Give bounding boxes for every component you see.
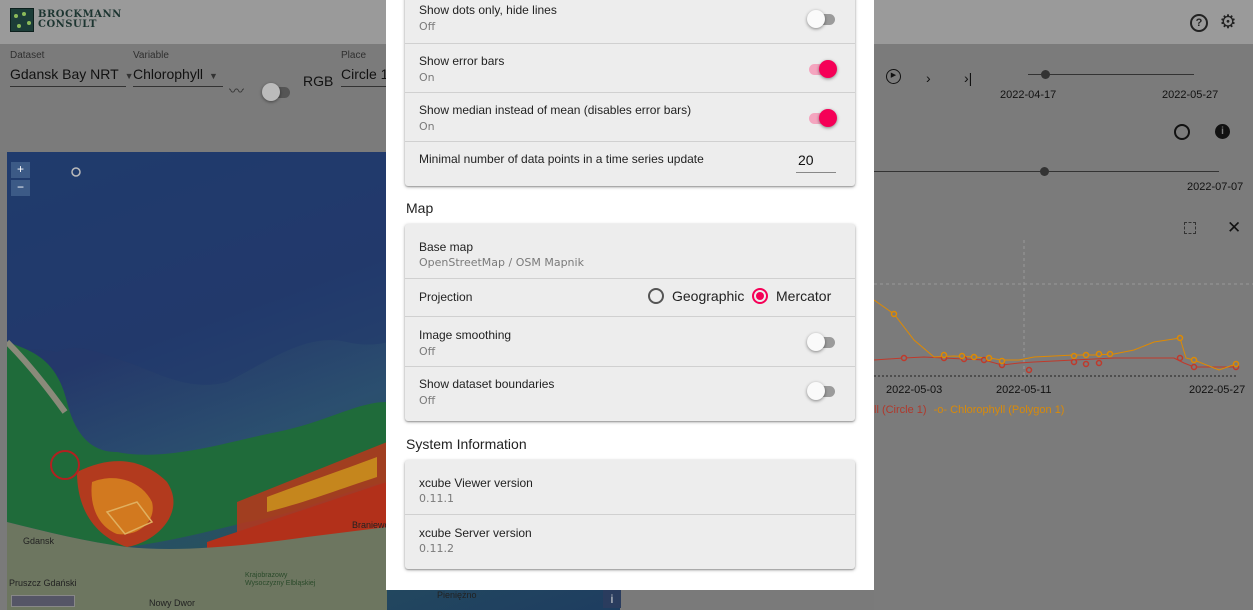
help-circle-icon[interactable]: ? <box>1190 14 1208 32</box>
variable-label: Variable <box>133 50 169 61</box>
server-version-row: xcube Server version 0.11.2 <box>405 514 855 569</box>
dots-only-switch[interactable] <box>807 9 837 29</box>
info-icon[interactable]: i <box>603 590 621 608</box>
zoom-out-button[interactable]: − <box>11 180 30 196</box>
settings-dialog: Show dots only, hide lines Off Show erro… <box>386 0 874 590</box>
range-slider-thumb[interactable] <box>1040 167 1049 176</box>
setting-row-dots-only[interactable]: Show dots only, hide lines Off <box>405 0 855 43</box>
map-section-title: Map <box>406 200 434 216</box>
setting-row-image-smoothing[interactable]: Image smoothing Off <box>405 316 855 366</box>
setting-value: OpenStreetMap / OSM Mapnik <box>419 256 584 269</box>
setting-row-projection: Projection Geographic Mercator <box>405 278 855 316</box>
radio-unchecked-icon <box>648 288 664 304</box>
dataset-boundaries-switch[interactable] <box>807 381 837 401</box>
setting-row-median[interactable]: Show median instead of mean (disables er… <box>405 92 855 141</box>
gear-icon[interactable]: ⚙ <box>1219 13 1237 32</box>
last-step-icon[interactable]: ›| <box>964 70 972 86</box>
legend-line-icon: -o- <box>933 404 948 416</box>
rgb-label: RGB <box>303 73 334 89</box>
rgb-toggle[interactable] <box>262 82 292 102</box>
setting-title: xcube Viewer version <box>419 476 533 490</box>
dataset-label: Dataset <box>10 50 45 61</box>
setting-title: Projection <box>419 290 473 304</box>
next-step-icon[interactable]: › <box>926 70 931 86</box>
logo-mark-icon <box>10 8 34 32</box>
zoom-box-icon[interactable] <box>1184 222 1196 234</box>
image-smoothing-switch[interactable] <box>807 332 837 352</box>
dataset-value: Gdansk Bay NRT <box>10 66 119 82</box>
legend-circle-1: ll (Circle 1) <box>874 404 927 416</box>
projection-geographic-radio[interactable]: Geographic <box>648 288 744 304</box>
map-label-braniewo: Braniewo <box>352 520 390 530</box>
time-series-settings-card: Show dots only, hide lines Off Show erro… <box>405 0 855 186</box>
map-settings-card: Base map OpenStreetMap / OSM Mapnik Proj… <box>405 224 855 421</box>
setting-title: Image smoothing <box>419 328 512 342</box>
range-end-label: 2022-07-07 <box>1187 181 1244 193</box>
error-bars-switch[interactable] <box>807 59 837 79</box>
setting-value: 0.11.2 <box>419 542 454 555</box>
place-label: Place <box>341 50 367 61</box>
close-icon[interactable]: ✕ <box>1227 218 1241 238</box>
chart-xtick-1: 2022-05-03 <box>886 384 943 396</box>
variable-value: Chlorophyll <box>133 66 204 82</box>
place-value: Circle 1 <box>341 66 386 87</box>
setting-row-error-bars[interactable]: Show error bars On <box>405 43 855 92</box>
projection-mercator-radio[interactable]: Mercator <box>752 288 831 304</box>
setting-title: Base map <box>419 240 474 254</box>
setting-value: Off <box>419 20 436 33</box>
dataset-select[interactable]: Dataset Gdansk Bay NRT ▼ <box>10 50 134 87</box>
system-info-card: xcube Viewer version 0.11.1 xcube Server… <box>405 460 855 569</box>
timeseries-chart <box>874 240 1253 377</box>
logo-line-2: Consult <box>38 19 97 30</box>
setting-value: On <box>419 120 435 133</box>
time-slider-thumb[interactable] <box>1041 70 1050 79</box>
chart-xtick-3: 2022-05-27 <box>1189 384 1246 396</box>
map-label-nowy-dwor: Nowy Dwor <box>149 598 196 608</box>
timeseries-chart-icon[interactable]: 〰 <box>229 80 244 101</box>
zoom-in-button[interactable]: + <box>11 162 30 178</box>
setting-value: On <box>419 71 435 84</box>
setting-row-dataset-boundaries[interactable]: Show dataset boundaries Off <box>405 366 855 421</box>
legend-polygon-1: Chlorophyll (Polygon 1) <box>950 404 1065 416</box>
map-label-pruszcz: Pruszcz Gdański <box>9 578 77 588</box>
variable-select[interactable]: Variable Chlorophyll ▼ <box>133 50 223 87</box>
chart-xtick-2: 2022-05-11 <box>996 384 1052 396</box>
locate-icon[interactable] <box>1174 124 1190 140</box>
chevron-down-icon: ▼ <box>209 71 218 81</box>
setting-row-base-map[interactable]: Base map OpenStreetMap / OSM Mapnik <box>405 224 855 278</box>
median-switch[interactable] <box>807 108 837 128</box>
brockmann-consult-logo: Brockmann Consult <box>10 8 122 32</box>
setting-value: Off <box>419 394 436 407</box>
info-circle-icon[interactable]: i <box>1215 124 1230 139</box>
setting-row-min-points: Minimal number of data points in a time … <box>405 141 855 186</box>
min-points-input[interactable]: 20 <box>796 152 836 173</box>
radio-checked-icon <box>752 288 768 304</box>
setting-title: Show dots only, hide lines <box>419 3 557 17</box>
play-icon[interactable]: ▶ <box>886 69 901 84</box>
map-label-gdansk: Gdansk <box>23 536 55 546</box>
time-end-label: 2022-05-27 <box>1162 89 1219 101</box>
time-start-label: 2022-04-17 <box>1000 89 1057 101</box>
setting-value: Off <box>419 345 436 358</box>
setting-title: Minimal number of data points in a time … <box>419 152 704 166</box>
setting-value: 0.11.1 <box>419 492 454 505</box>
map-label-pieniezno: Pieniężno <box>437 590 477 600</box>
place-select[interactable]: Place Circle 1 <box>341 50 386 87</box>
setting-title: Show dataset boundaries <box>419 377 555 391</box>
side-panel: ▶ › ›| 2022-04-17 2022-05-27 i 2022-07-0… <box>874 44 1253 610</box>
setting-title: xcube Server version <box>419 526 532 540</box>
setting-title: Show error bars <box>419 54 505 68</box>
system-info-section-title: System Information <box>406 436 527 452</box>
map-label-park: Krajobrazowy Wysoczyzny Elbląskiej <box>245 572 316 587</box>
setting-title: Show median instead of mean (disables er… <box>419 103 692 117</box>
chart-legend: ll (Circle 1) -o- Chlorophyll (Polygon 1… <box>874 404 1064 416</box>
map-scale-bar <box>11 595 75 607</box>
viewer-version-row: xcube Viewer version 0.11.1 <box>405 460 855 514</box>
